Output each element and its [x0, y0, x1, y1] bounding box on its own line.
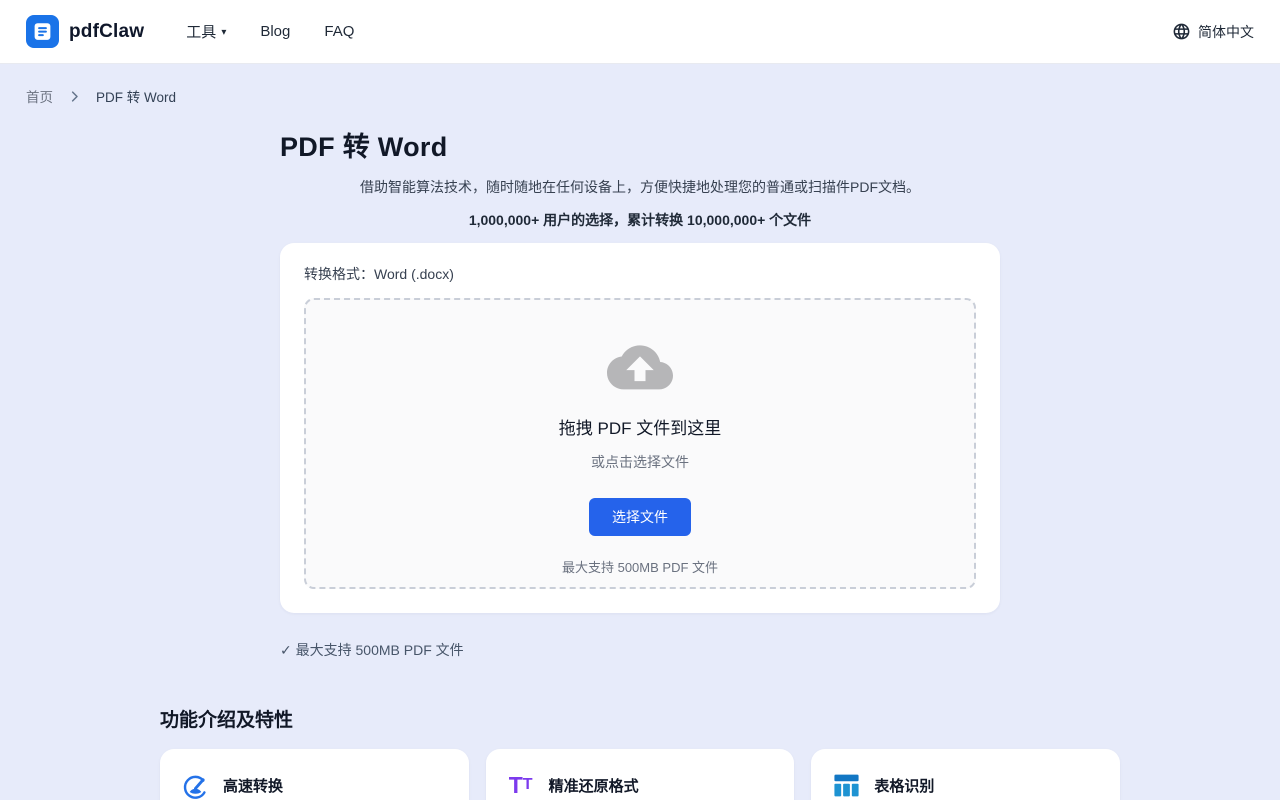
breadcrumb-home-link[interactable]: 首页	[26, 86, 53, 106]
upload-card: 转换格式：Word (.docx) 拖拽 PDF 文件到这里 或点击选择文件 选…	[280, 243, 1000, 613]
page-title: PDF 转 Word	[280, 125, 1000, 164]
features-section: 功能介绍及特性 高速转换 绝大多数 PDF 在 30 秒内完成转换，即传即转，无…	[160, 705, 1120, 800]
nav-blog[interactable]: Blog	[260, 23, 290, 40]
chevron-right-icon	[67, 89, 82, 104]
nav-tools[interactable]: 工具 ▾	[186, 21, 226, 42]
feature-title: 表格识别	[874, 772, 1100, 796]
header: pdfClaw 工具 ▾ Blog FAQ 简体中文	[0, 0, 1280, 64]
dropzone-or-text: 或点击选择文件	[591, 452, 689, 472]
pdfclaw-logo-icon	[26, 15, 59, 48]
nav-tools-label: 工具	[186, 21, 216, 42]
table-icon	[831, 772, 861, 799]
dropzone-size-hint: 最大支持 500MB PDF 文件	[562, 557, 718, 576]
cloud-upload-icon	[607, 342, 673, 390]
feature-card-format: TT 精准还原格式 文字、段落、字体样式高度还原，大幅减少转换后的手动调整。	[486, 749, 795, 800]
text-format-icon: TT	[506, 772, 536, 798]
choose-file-button[interactable]: 选择文件	[589, 498, 691, 536]
feature-card-speed: 高速转换 绝大多数 PDF 在 30 秒内完成转换，即传即转，无需排队等待。	[160, 749, 469, 800]
feature-card-body: 高速转换 绝大多数 PDF 在 30 秒内完成转换，即传即转，无需排队等待。	[223, 772, 449, 800]
chevron-down-icon: ▾	[221, 27, 226, 38]
size-support-note: ✓ 最大支持 500MB PDF 文件	[280, 640, 1000, 660]
feature-card-body: 精准还原格式 文字、段落、字体样式高度还原，大幅减少转换后的手动调整。	[549, 772, 775, 800]
brand-name: pdfClaw	[69, 21, 144, 43]
feature-cards-row: 高速转换 绝大多数 PDF 在 30 秒内完成转换，即传即转，无需排队等待。 T…	[160, 749, 1120, 800]
feature-card-table: 表格识别 自动识别并还原 PDF 中的表格结构，行列数据清晰对应。	[811, 749, 1120, 800]
language-selector[interactable]: 简体中文	[1172, 22, 1254, 42]
feature-title: 高速转换	[223, 772, 449, 796]
feature-card-body: 表格识别 自动识别并还原 PDF 中的表格结构，行列数据清晰对应。	[874, 772, 1100, 800]
main-column: PDF 转 Word 借助智能算法技术，随时随地在任何设备上，方便快捷地处理您的…	[280, 125, 1000, 660]
file-dropzone[interactable]: 拖拽 PDF 文件到这里 或点击选择文件 选择文件 最大支持 500MB PDF…	[304, 298, 976, 589]
nav-faq-label: FAQ	[324, 23, 354, 40]
main-nav: 工具 ▾ Blog FAQ	[186, 21, 354, 42]
nav-faq[interactable]: FAQ	[324, 23, 354, 40]
brand[interactable]: pdfClaw	[26, 15, 144, 48]
globe-icon	[1172, 22, 1191, 41]
breadcrumb: 首页 PDF 转 Word	[0, 64, 1280, 106]
language-label: 简体中文	[1198, 22, 1254, 42]
speed-gauge-icon	[180, 772, 210, 800]
feature-title: 精准还原格式	[549, 772, 775, 796]
breadcrumb-current: PDF 转 Word	[96, 86, 176, 106]
hero-stats: 1,000,000+ 用户的选择，累计转换 10,000,000+ 个文件	[280, 210, 1000, 230]
hero-subtitle: 借助智能算法技术，随时随地在任何设备上，方便快捷地处理您的普通或扫描件PDF文档…	[280, 177, 1000, 197]
nav-blog-label: Blog	[260, 23, 290, 40]
dropzone-drag-text: 拖拽 PDF 文件到这里	[559, 414, 721, 439]
features-heading: 功能介绍及特性	[160, 705, 1120, 732]
format-label: 转换格式：Word (.docx)	[304, 264, 976, 284]
